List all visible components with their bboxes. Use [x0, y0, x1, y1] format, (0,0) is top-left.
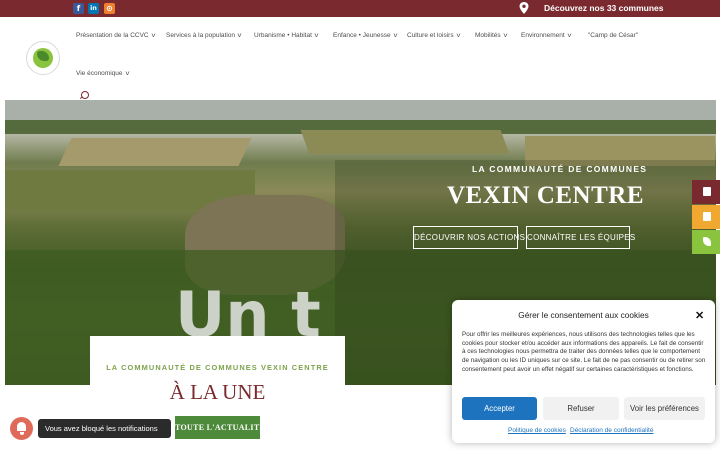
side-tab-3-icon [703, 237, 711, 246]
hero-title: VEXIN CENTRE [447, 182, 645, 209]
privacy-statement-link[interactable]: Déclaration de confidentialité [570, 427, 653, 434]
side-tab-3[interactable] [692, 230, 720, 254]
nav-item-culture[interactable]: Culture et loisirs v [407, 32, 460, 39]
nav-item-enfance[interactable]: Enfance • Jeunesse v [333, 32, 397, 39]
bell-clapper [19, 432, 24, 435]
nav-label: Mobilités [475, 32, 501, 39]
nav-item-urbanisme[interactable]: Urbanisme • Habitat v [254, 32, 318, 39]
view-preferences-button[interactable]: Voir les préférences [624, 397, 705, 420]
nav-label: Présentation de la CCVC [76, 32, 149, 39]
nav-label: Enfance • Jeunesse [333, 32, 391, 39]
location-pin-icon [519, 2, 529, 14]
la-une-subtitle: LA COMMUNAUTÉ DE COMMUNES VEXIN CENTRE [106, 363, 329, 372]
chevron-down-icon: v [456, 33, 461, 39]
hero-sky [5, 100, 716, 122]
chevron-down-icon: v [314, 33, 319, 39]
facebook-icon[interactable]: f [73, 3, 84, 14]
nav-item-environnement[interactable]: Environnement v [521, 32, 571, 39]
search-icon[interactable] [81, 91, 89, 99]
rss-icon[interactable]: ⊙ [104, 3, 115, 14]
side-tab-2[interactable] [692, 205, 720, 229]
nav-item-mobilites[interactable]: Mobilités v [475, 32, 507, 39]
side-tab-1[interactable] [692, 180, 720, 204]
nav-label: "Camp de César" [588, 32, 639, 39]
bell-icon [17, 422, 26, 431]
chevron-down-icon: v [503, 33, 508, 39]
refuse-button[interactable]: Refuser [543, 397, 619, 420]
chevron-down-icon: v [125, 71, 129, 77]
cookie-policy-link[interactable]: Politique de cookies [508, 427, 566, 434]
nav-label: Urbanisme • Habitat [254, 32, 312, 39]
cookie-consent-dialog: Gérer le consentement aux cookies ✕ Pour… [452, 300, 715, 443]
la-une-title: À LA UNE [169, 380, 266, 404]
chevron-down-icon: v [151, 33, 156, 39]
nav-label: Services à la population [166, 32, 236, 39]
side-tab-2-icon [703, 212, 711, 221]
linkedin-icon[interactable]: in [88, 3, 99, 14]
site-logo[interactable] [26, 41, 60, 75]
discover-actions-button[interactable]: DÉCOUVRIR NOS ACTIONS [413, 226, 525, 249]
close-icon[interactable]: ✕ [695, 309, 704, 322]
nav-item-camp-de-cesar[interactable]: "Camp de César" [588, 32, 638, 39]
consent-title: Gérer le consentement aux cookies [518, 310, 649, 320]
hero-subtitle: LA COMMUNAUTÉ DE COMMUNES [472, 164, 648, 174]
nav-label: Culture et loisirs [407, 32, 454, 39]
chevron-down-icon: v [567, 33, 572, 39]
meet-teams-button[interactable]: CONNAÎTRE LES ÉQUIPES [526, 226, 635, 249]
communes-link[interactable]: Découvrez nos 33 communes [544, 3, 664, 13]
notification-bell-button[interactable] [10, 417, 33, 440]
nav-label: Environnement [521, 32, 565, 39]
consent-body: Pour offrir les meilleures expériences, … [462, 331, 706, 373]
chevron-down-icon: v [237, 33, 242, 39]
top-bar: f in ⊙ Découvrez nos 33 communes [0, 0, 720, 17]
nav-item-services[interactable]: Services à la population v [166, 32, 241, 39]
side-tab-1-icon [703, 187, 711, 196]
accept-button[interactable]: Accepter [462, 397, 537, 420]
hero-field [300, 130, 510, 154]
nav-item-vie-economique[interactable]: Vie économique v [76, 70, 129, 77]
all-news-button[interactable]: TOUTE L'ACTUALITÉ [175, 416, 265, 439]
nav-item-presentation[interactable]: Présentation de la CCVC v [76, 32, 155, 39]
chevron-down-icon: v [393, 33, 398, 39]
nav-label: Vie économique [76, 70, 123, 77]
notification-tooltip: Vous avez bloqué les notifications [38, 419, 171, 438]
hero-field [58, 138, 252, 166]
